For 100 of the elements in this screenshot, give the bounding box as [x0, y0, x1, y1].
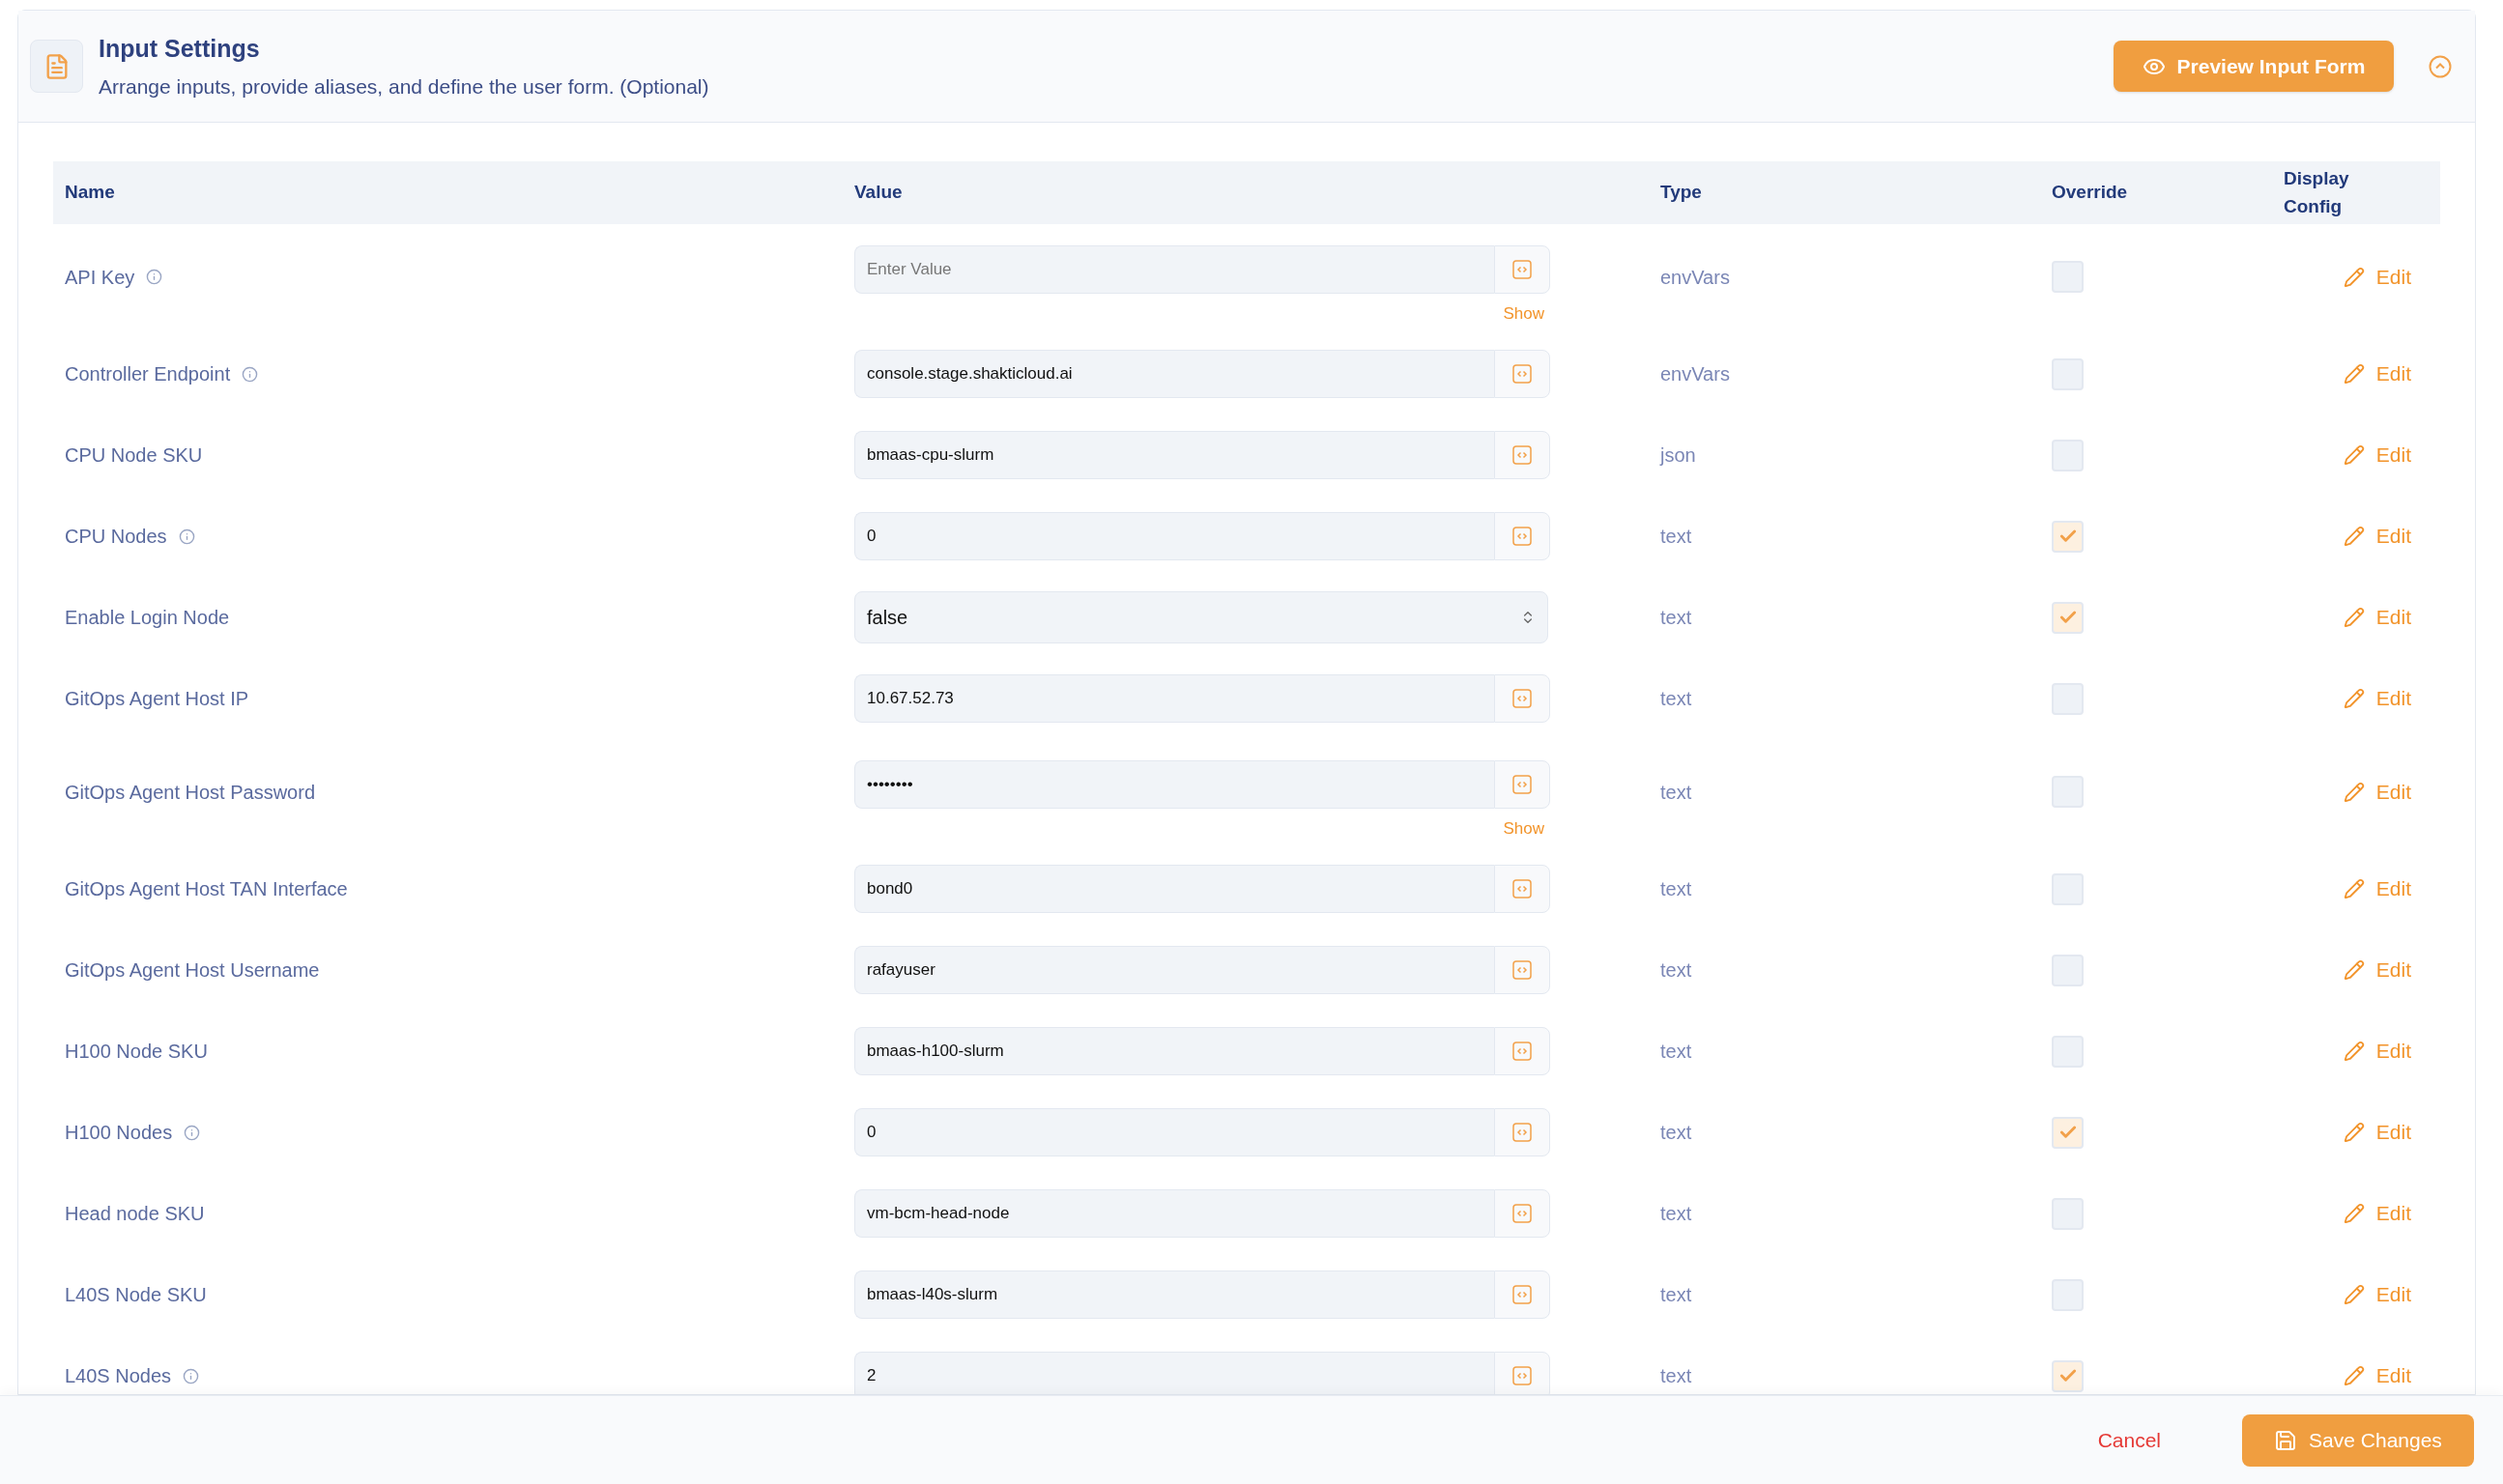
type-text: text	[1660, 1041, 1692, 1062]
preview-button[interactable]: Preview Input Form	[2114, 41, 2394, 92]
type-text: text	[1660, 878, 1692, 899]
code-icon	[1512, 1285, 1532, 1304]
cancel-button[interactable]: Cancel	[2097, 1424, 2161, 1456]
value-field[interactable]: vm-bcm-head-node	[854, 1189, 1494, 1238]
code-icon	[1512, 774, 1532, 794]
value-field[interactable]: bmaas-h100-slurm	[854, 1027, 1494, 1075]
override-checkbox[interactable]	[2052, 1116, 2084, 1149]
override-checkbox[interactable]	[2052, 1035, 2084, 1068]
edit-button[interactable]: Edit	[2343, 955, 2411, 985]
edit-button[interactable]: Edit	[2343, 776, 2411, 808]
pencil-icon	[2343, 959, 2365, 981]
override-checkbox[interactable]	[2052, 601, 2084, 634]
edit-button[interactable]: Edit	[2343, 1360, 2411, 1391]
value-field[interactable]: 2	[854, 1352, 1494, 1394]
code-button[interactable]	[1494, 946, 1550, 994]
value-field[interactable]: console.stage.shakticloud.ai	[854, 350, 1494, 398]
edit-button[interactable]: Edit	[2343, 358, 2411, 389]
override-checkbox[interactable]	[2052, 261, 2084, 293]
code-button[interactable]	[1494, 1270, 1550, 1319]
pencil-icon	[2343, 781, 2365, 803]
code-icon	[1512, 1204, 1532, 1223]
code-icon	[1512, 1042, 1532, 1061]
pencil-icon	[2343, 1122, 2365, 1143]
column-header: Type	[1660, 181, 1702, 205]
code-icon	[1512, 259, 1532, 279]
code-button[interactable]	[1494, 1189, 1550, 1238]
override-checkbox[interactable]	[2052, 1197, 2084, 1230]
value-field[interactable]: 0	[854, 512, 1494, 560]
column-header: Override	[2052, 181, 2128, 205]
override-checkbox[interactable]	[2052, 954, 2084, 986]
column-header: Value	[854, 181, 903, 205]
override-checkbox[interactable]	[2052, 776, 2084, 808]
code-button[interactable]	[1494, 759, 1550, 809]
edit-button[interactable]: Edit	[2343, 1279, 2411, 1310]
value-field[interactable]: bmaas-cpu-slurm	[854, 431, 1494, 479]
code-icon	[1512, 1123, 1532, 1142]
code-icon	[1512, 689, 1532, 708]
edit-button[interactable]: Edit	[2343, 521, 2411, 552]
pencil-icon	[2343, 688, 2365, 709]
pencil-icon	[2343, 1041, 2365, 1062]
code-button[interactable]	[1494, 1027, 1550, 1075]
pencil-icon	[2343, 607, 2365, 628]
edit-button[interactable]: Edit	[2343, 873, 2411, 904]
override-checkbox[interactable]	[2052, 1278, 2084, 1311]
override-checkbox[interactable]	[2052, 872, 2084, 905]
pencil-icon	[2343, 1365, 2365, 1386]
pencil-icon	[2343, 526, 2365, 547]
input-name: H100 Nodes	[65, 1121, 173, 1145]
code-button[interactable]	[1494, 512, 1550, 560]
select-field[interactable]: false	[854, 591, 1548, 643]
edit-button[interactable]: Edit	[2343, 261, 2411, 293]
override-checkbox[interactable]	[2052, 682, 2084, 715]
type-text: text	[1660, 526, 1692, 547]
code-button[interactable]	[1494, 350, 1550, 398]
edit-button[interactable]: Edit	[2343, 602, 2411, 633]
pencil-icon	[2343, 1284, 2365, 1305]
type-text: text	[1660, 607, 1692, 628]
code-button[interactable]	[1494, 244, 1550, 294]
value-field[interactable]: ••••••••	[854, 759, 1494, 809]
code-button[interactable]	[1494, 431, 1550, 479]
code-icon	[1512, 527, 1532, 546]
value-field[interactable]: bmaas-l40s-slurm	[854, 1270, 1494, 1319]
collapse-icon[interactable]	[2429, 54, 2452, 78]
code-button[interactable]	[1494, 674, 1550, 723]
value-field[interactable]: Enter Value	[854, 244, 1494, 294]
edit-button[interactable]: Edit	[2343, 683, 2411, 714]
code-button[interactable]	[1494, 1108, 1550, 1156]
type-text: envVars	[1660, 363, 1730, 385]
input-name: Head node SKU	[65, 1202, 205, 1226]
pencil-icon	[2343, 266, 2365, 288]
value-field[interactable]: 0	[854, 1108, 1494, 1156]
override-checkbox[interactable]	[2052, 520, 2084, 553]
code-icon	[1512, 1366, 1532, 1385]
edit-button[interactable]: Edit	[2343, 440, 2411, 471]
edit-button[interactable]: Edit	[2343, 1036, 2411, 1067]
input-name: GitOps Agent Host TAN Interface	[65, 877, 348, 901]
code-button[interactable]	[1494, 1352, 1550, 1394]
input-name: GitOps Agent Host Password	[65, 780, 315, 805]
type-text: text	[1660, 1284, 1692, 1305]
input-name: API Key	[65, 265, 135, 290]
code-icon	[1512, 364, 1532, 384]
code-button[interactable]	[1494, 865, 1550, 913]
override-checkbox[interactable]	[2052, 357, 2084, 390]
value-field[interactable]: rafayuser	[854, 946, 1494, 994]
save-button[interactable]: Save Changes	[2242, 1413, 2474, 1467]
input-name: GitOps Agent Host Username	[65, 958, 320, 983]
edit-button[interactable]: Edit	[2343, 1117, 2411, 1148]
override-checkbox[interactable]	[2052, 1359, 2084, 1392]
value-field[interactable]: bond0	[854, 865, 1494, 913]
input-name: CPU Nodes	[65, 525, 167, 549]
value-field[interactable]: 10.67.52.73	[854, 674, 1494, 723]
edit-button[interactable]: Edit	[2343, 1198, 2411, 1229]
show-link[interactable]: Show	[1503, 815, 1544, 842]
input-name: CPU Node SKU	[65, 443, 203, 468]
override-checkbox[interactable]	[2052, 439, 2084, 471]
section-subtitle: Arrange inputs, provide aliases, and define the user form. (Optional)	[99, 73, 710, 100]
pencil-icon	[2343, 878, 2365, 899]
show-link[interactable]: Show	[1503, 300, 1544, 327]
